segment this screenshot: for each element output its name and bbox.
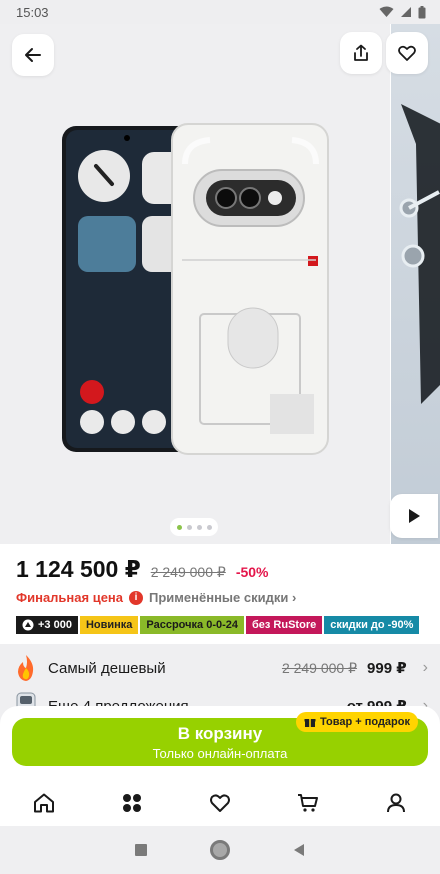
tag-bonus[interactable]: +3 000 xyxy=(16,616,78,634)
price-row: 1 124 500 ₽ 2 249 000 ₽ -50% xyxy=(16,556,269,583)
signal-icon xyxy=(401,7,411,17)
home-icon xyxy=(34,793,54,813)
status-icons xyxy=(379,5,426,19)
gallery-pagination xyxy=(170,518,218,536)
info-icon[interactable]: i xyxy=(129,590,144,605)
favorite-button[interactable] xyxy=(386,32,428,74)
bonus-icon xyxy=(22,619,34,631)
profile-icon xyxy=(387,793,405,813)
nav-favorites[interactable] xyxy=(198,783,242,823)
applied-discounts-label: Применённые скидки xyxy=(149,590,289,605)
applied-discounts-link[interactable]: Применённые скидки › xyxy=(149,590,296,605)
tag-no-rustore[interactable]: без RuStore xyxy=(246,616,323,634)
tag-installment[interactable]: Рассрочка 0-0-24 xyxy=(140,616,244,634)
back-button[interactable] xyxy=(12,34,54,76)
recents-icon[interactable] xyxy=(135,844,147,856)
next-image-thumbnail xyxy=(399,104,440,404)
final-price-row: Финальная цена i Применённые скидки › xyxy=(16,590,296,605)
wifi-icon xyxy=(379,6,394,17)
heart-icon xyxy=(210,794,230,812)
gift-badge[interactable]: Товар + подарок xyxy=(296,712,418,732)
product-image xyxy=(62,123,329,455)
status-bar: 15:03 xyxy=(0,0,440,24)
status-time: 15:03 xyxy=(16,4,49,20)
next-image-preview[interactable] xyxy=(390,24,440,544)
discount-percent: -50% xyxy=(235,564,269,580)
catalog-grid-icon xyxy=(123,794,141,812)
system-navigation-bar xyxy=(0,826,440,874)
chevron-right-icon: › xyxy=(291,590,297,605)
nav-home[interactable] xyxy=(22,783,66,823)
final-price-label: Финальная цена xyxy=(16,590,124,605)
pagination-dot[interactable] xyxy=(186,524,192,530)
offer-old-price: 2 249 000 ₽ xyxy=(281,659,358,676)
fire-icon xyxy=(12,653,40,683)
share-button[interactable] xyxy=(340,32,382,74)
add-to-cart-sublabel: Только онлайн-оплата xyxy=(152,745,288,761)
home-circle-icon[interactable] xyxy=(209,839,231,861)
offer-price: 999 ₽ xyxy=(367,660,407,677)
product-gallery[interactable] xyxy=(0,24,440,544)
gift-icon xyxy=(304,719,316,727)
nav-profile[interactable] xyxy=(374,783,418,823)
bottom-navigation xyxy=(0,780,440,826)
promo-tags: +3 000 Новинка Рассрочка 0-0-24 без RuSt… xyxy=(16,616,420,634)
nav-cart[interactable] xyxy=(286,783,330,823)
current-price: 1 124 500 ₽ xyxy=(16,556,141,582)
play-video-button[interactable] xyxy=(390,494,438,538)
pagination-dot[interactable] xyxy=(206,524,212,530)
cart-icon xyxy=(298,794,318,812)
offer-label: Самый дешевый xyxy=(48,659,166,677)
share-icon xyxy=(354,44,368,61)
chevron-right-icon: › xyxy=(422,659,428,676)
old-price: 2 249 000 ₽ xyxy=(150,564,226,580)
nav-catalog[interactable] xyxy=(110,783,154,823)
back-triangle-icon[interactable] xyxy=(293,844,305,856)
heart-icon xyxy=(398,45,416,61)
offer-cheapest[interactable]: Самый дешевый 2 249 000 ₽ 999 ₽ › xyxy=(12,648,428,688)
pagination-dot[interactable] xyxy=(196,524,202,530)
tag-discount[interactable]: скидки до -90% xyxy=(324,616,420,634)
play-icon xyxy=(409,509,420,523)
add-to-cart-label: В корзину xyxy=(177,723,263,743)
tag-new[interactable]: Новинка xyxy=(79,616,139,634)
tag-bonus-label: +3 000 xyxy=(38,619,72,631)
pagination-dot[interactable] xyxy=(176,524,182,530)
gift-badge-label: Товар + подарок xyxy=(320,716,410,728)
arrow-left-icon xyxy=(25,48,41,62)
price-block: 1 124 500 ₽ 2 249 000 ₽ -50% Финальная ц… xyxy=(0,544,440,644)
battery-icon xyxy=(418,5,426,18)
